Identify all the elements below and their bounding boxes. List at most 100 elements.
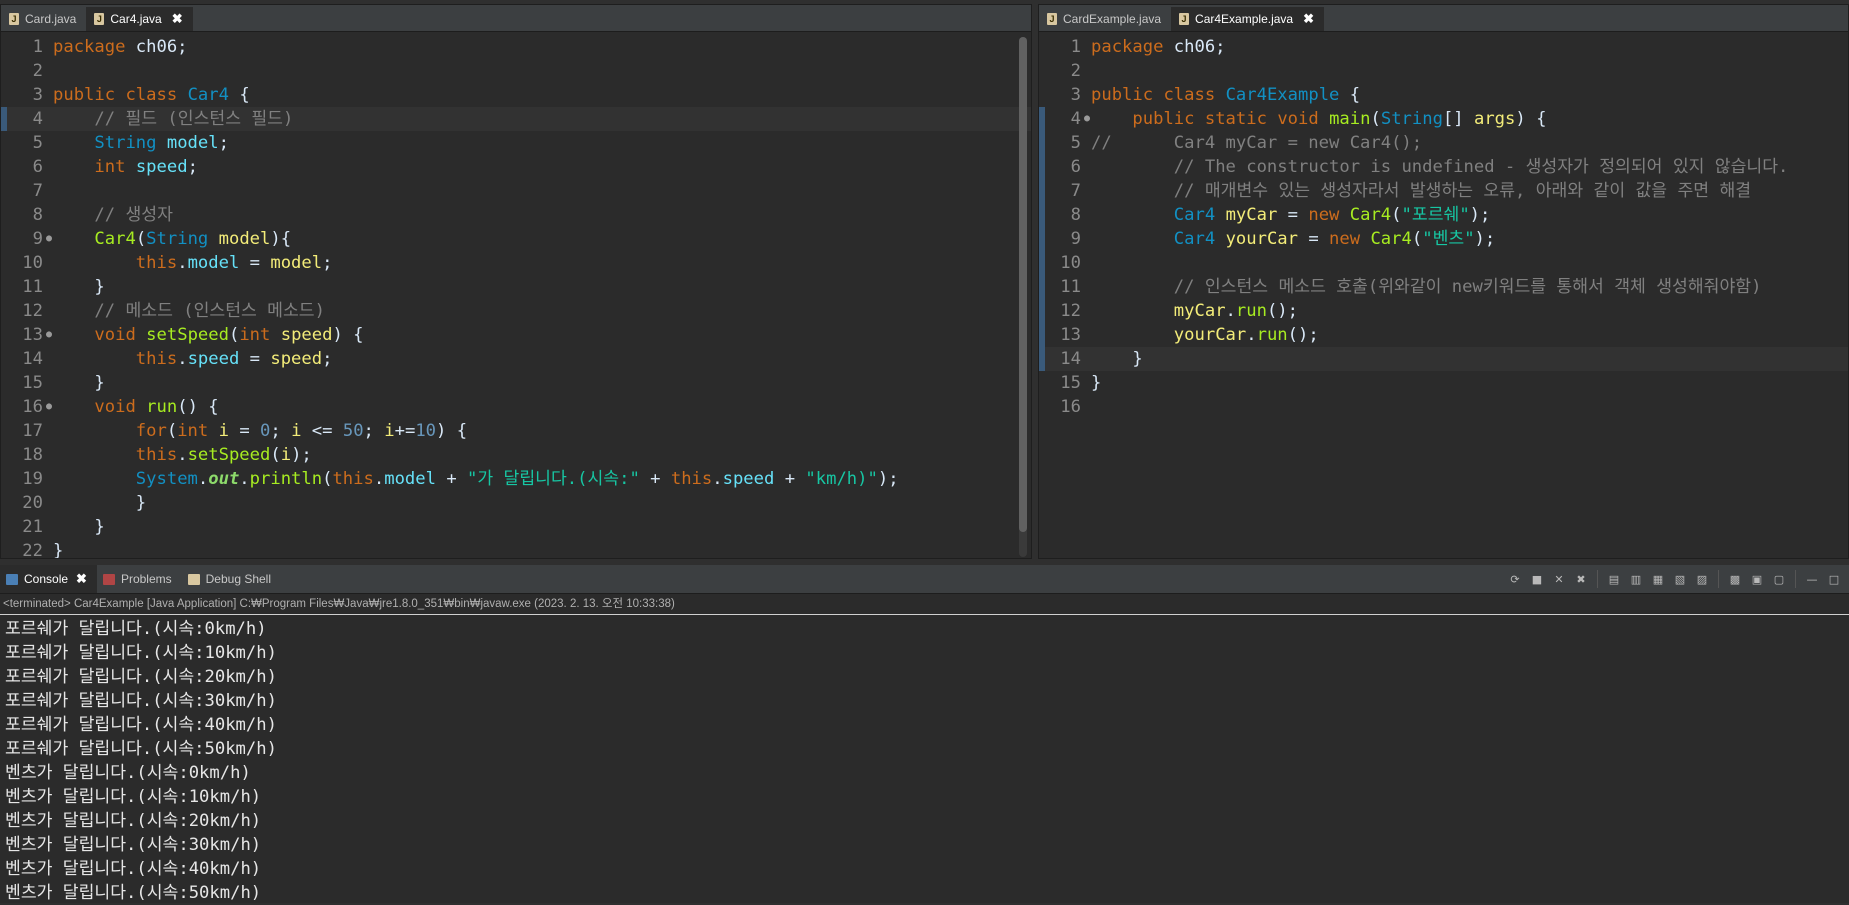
code-line[interactable]: 18 this.setSpeed(i); — [1, 443, 1031, 467]
code-line[interactable]: 13 yourCar.run(); — [1039, 323, 1848, 347]
code-text: Car4(String model){ — [47, 227, 291, 251]
close-icon[interactable]: ✖ — [172, 11, 183, 27]
console-line: 벤츠가 달립니다.(시속:50km/h) — [5, 883, 262, 903]
minimize-icon[interactable]: — — [1803, 570, 1821, 588]
code-line[interactable]: 6 // The constructor is undefined - 생성자가… — [1039, 155, 1848, 179]
code-token: Car4 — [1173, 205, 1216, 225]
code-text: void setSpeed(int speed) { — [47, 323, 363, 347]
code-line[interactable]: 2 — [1039, 59, 1848, 83]
code-line[interactable]: 7 // 매개변수 있는 생성자라서 발생하는 오류, 아래와 같이 값을 주면… — [1039, 179, 1848, 203]
scrollbar-thumb[interactable] — [1019, 37, 1027, 532]
tab-car4-java[interactable]: J Car4.java ✖ — [86, 7, 193, 31]
code-line[interactable]: 2 — [1, 59, 1031, 83]
code-line[interactable]: 14 this.speed = speed; — [1, 347, 1031, 371]
code-line[interactable]: 1 package ch06; — [1, 35, 1031, 59]
fold-collapse-icon[interactable]: ● — [1084, 107, 1090, 131]
tab-car4example-java[interactable]: J Car4Example.java ✖ — [1171, 7, 1324, 31]
code-token: i — [218, 421, 229, 441]
code-line[interactable]: 5 // Car4 myCar = new Car4(); — [1039, 131, 1848, 155]
code-line[interactable]: 5 String model; — [1, 131, 1031, 155]
line-number: 3 — [32, 85, 43, 105]
open-console-icon[interactable]: ▢ — [1770, 570, 1788, 588]
tab-card-java[interactable]: J Card.java — [1, 7, 86, 31]
console-line: 벤츠가 달립니다.(시속:40km/h) — [5, 859, 262, 879]
pin-console-icon[interactable]: ▩ — [1726, 570, 1744, 588]
code-line[interactable]: 4 ● public static void main(String[] args… — [1039, 107, 1848, 131]
show-on-stderr-icon[interactable]: ▨ — [1693, 570, 1711, 588]
code-line[interactable]: 20 } — [1, 491, 1031, 515]
code-text: public class Car4Example { — [1085, 83, 1360, 107]
line-number: 13 — [1060, 325, 1081, 345]
code-line[interactable]: 21 } — [1, 515, 1031, 539]
tab-cardexample-java[interactable]: J CardExample.java — [1039, 7, 1171, 31]
code-line[interactable]: 9 ● Car4(String model){ — [1, 227, 1031, 251]
code-line[interactable]: 7 — [1, 179, 1031, 203]
code-line[interactable]: 4 // 필드 (인스턴스 필드) — [1, 107, 1031, 131]
console-line: 포르쉐가 달립니다.(시속:30km/h) — [5, 691, 277, 711]
line-number: 4 — [32, 109, 43, 129]
code-line[interactable]: 10 this.model = model; — [1, 251, 1031, 275]
terminate-icon[interactable]: ■ — [1528, 570, 1546, 588]
code-line[interactable]: 8 Car4 myCar = new Car4("포르쉐"); — [1039, 203, 1848, 227]
relaunch-icon[interactable]: ⟳ — [1506, 570, 1524, 588]
console-output[interactable]: 포르쉐가 달립니다.(시속:0km/h) 포르쉐가 달립니다.(시속:10km/h… — [0, 615, 1849, 905]
display-console-icon[interactable]: ▣ — [1748, 570, 1766, 588]
code-token: int — [94, 157, 126, 177]
code-line[interactable]: 19 System.out.println(this.model + "가 달립… — [1, 467, 1031, 491]
close-icon[interactable]: ✖ — [1303, 11, 1314, 27]
fold-collapse-icon[interactable]: ● — [46, 395, 52, 419]
fold-collapse-icon[interactable]: ● — [46, 323, 52, 347]
editor-car4-java[interactable]: J Card.java J Car4.java ✖ 1 package ch06;… — [0, 4, 1032, 559]
code-line[interactable]: 3 public class Car4 { — [1, 83, 1031, 107]
editor-car4example-java[interactable]: J CardExample.java J Car4Example.java ✖ … — [1038, 4, 1849, 559]
clear-console-icon[interactable]: ▤ — [1605, 570, 1623, 588]
code-line[interactable]: 11 } — [1, 275, 1031, 299]
line-number: 2 — [1070, 61, 1081, 81]
code-line[interactable]: 14 } — [1039, 347, 1848, 371]
tab-console[interactable]: Console ✖ — [0, 565, 97, 593]
code-line[interactable]: 15} — [1039, 371, 1848, 395]
code-token: + — [435, 469, 468, 489]
code-line[interactable]: 15 } — [1, 371, 1031, 395]
code-line[interactable]: 12 myCar.run(); — [1039, 299, 1848, 323]
code-line[interactable]: 13 ● void setSpeed(int speed) { — [1, 323, 1031, 347]
code-area[interactable]: 1 package ch06; 2 3 public class Car4Example… — [1039, 35, 1848, 558]
code-token: ( — [1411, 229, 1423, 249]
code-token: Car4 — [1173, 229, 1216, 249]
code-line[interactable]: 16 — [1039, 395, 1848, 419]
code-line[interactable]: 9 Car4 yourCar = new Car4("벤츠"); — [1039, 227, 1848, 251]
close-icon[interactable]: ✖ — [76, 571, 87, 587]
code-token: this — [670, 469, 713, 489]
code-token: + — [639, 469, 671, 489]
remove-all-terminated-icon[interactable]: ✖ — [1572, 570, 1590, 588]
tab-problems[interactable]: Problems — [97, 565, 182, 593]
code-area[interactable]: 1 package ch06; 2 3 public class Car4 {4 // … — [1, 35, 1031, 558]
code-line[interactable]: 17 for(int i = 0; i <= 50; i+=10) { — [1, 419, 1031, 443]
code-line[interactable]: 16 ● void run() { — [1, 395, 1031, 419]
fold-collapse-icon[interactable]: ● — [46, 227, 52, 251]
vertical-scrollbar[interactable] — [1019, 37, 1027, 557]
tab-debug-shell[interactable]: Debug Shell — [182, 565, 281, 593]
tab-label: CardExample.java — [1063, 12, 1162, 26]
scroll-lock-icon[interactable]: ▥ — [1627, 570, 1645, 588]
show-on-stdout-icon[interactable]: ▧ — [1671, 570, 1689, 588]
code-line[interactable]: 22} — [1, 539, 1031, 558]
code-token: Car4 — [187, 85, 229, 105]
code-line[interactable]: 10 — [1039, 251, 1848, 275]
console-icon — [6, 573, 18, 585]
code-line[interactable]: 8 // 생성자 — [1, 203, 1031, 227]
code-line[interactable]: 3 public class Car4Example { — [1039, 83, 1848, 107]
maximize-icon[interactable]: □ — [1825, 570, 1843, 588]
code-text: this.model = model; — [47, 251, 333, 275]
code-line[interactable]: 12 // 메소드 (인스턴스 메소드) — [1, 299, 1031, 323]
code-line[interactable]: 6 int speed; — [1, 155, 1031, 179]
remove-launch-icon[interactable]: ✕ — [1550, 570, 1568, 588]
code-line[interactable]: 1 package ch06; — [1039, 35, 1848, 59]
code-line[interactable]: 11 // 인스턴스 메소드 호출(위와같이 new키워드를 통해서 객체 생성… — [1039, 275, 1848, 299]
word-wrap-icon[interactable]: ▦ — [1649, 570, 1667, 588]
